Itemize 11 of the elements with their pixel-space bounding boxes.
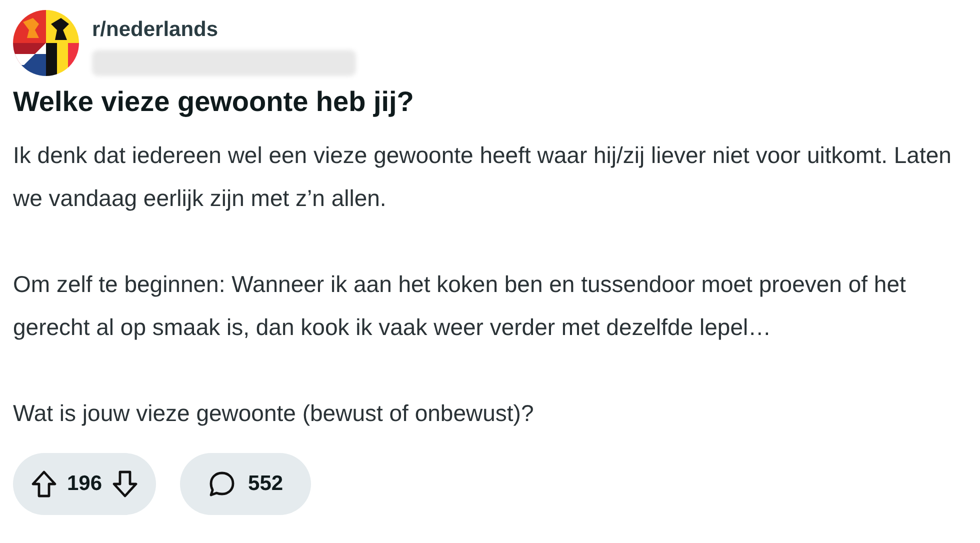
- vote-count: 196: [67, 471, 102, 498]
- upvote-icon[interactable]: [31, 470, 57, 498]
- downvote-icon[interactable]: [112, 470, 138, 498]
- comment-bubble-icon: [208, 470, 236, 498]
- subreddit-avatar-icon[interactable]: [13, 10, 79, 76]
- subreddit-name[interactable]: r/nederlands: [92, 14, 356, 46]
- post-title: Welke vieze gewoonte heb jij?: [13, 85, 415, 119]
- post-paragraph: Om zelf te beginnen: Wanneer ik aan het koken ben en tussendoor moet proeven of het gerecht al op smaak is, dan kook ik vaak weer verder met dezelfde lepel…: [13, 270, 907, 342]
- comments-button[interactable]: 552: [180, 453, 312, 515]
- post-paragraph: Wat is jouw vieze gewoonte (bewust of onbewust)?: [13, 399, 535, 428]
- post-paragraph: Ik denk dat iedereen wel een vieze gewoonte heeft waar hij/zij liever niet voor uitkomt. Laten we vandaag eerlijk zijn met z’n allen.: [13, 141, 952, 213]
